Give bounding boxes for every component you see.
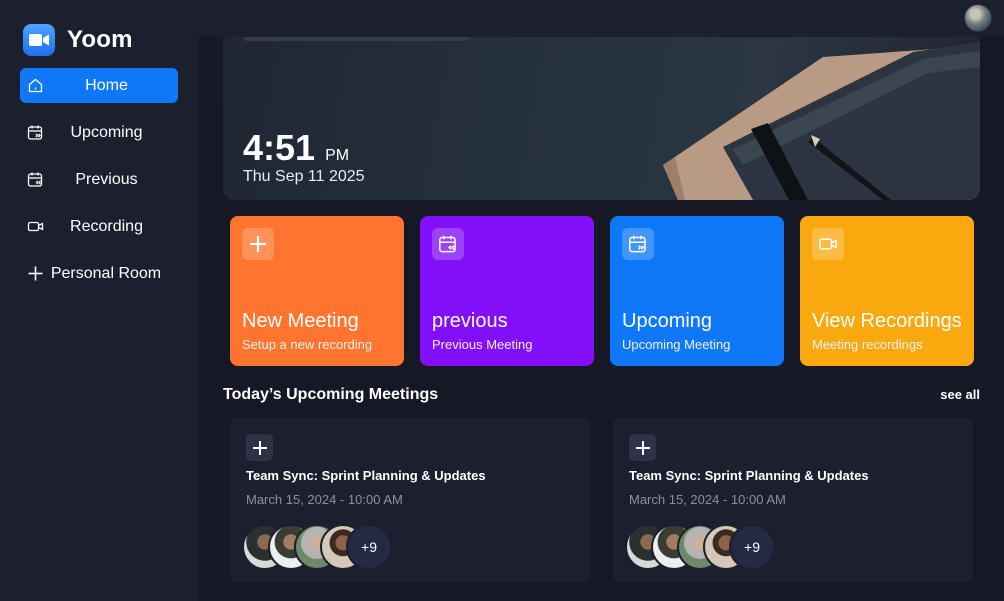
card-subtitle: Meeting recordings <box>812 337 923 352</box>
plus-icon <box>242 228 274 260</box>
calendar-forward-icon <box>622 228 654 260</box>
hero-banner: 4:51 PM Thu Sep 11 2025 <box>223 37 980 200</box>
sidebar-nav: Home Upcoming Previous Recording Persona… <box>20 68 178 303</box>
more-attendees-badge: +9 <box>346 524 392 570</box>
brand[interactable]: Yoom <box>23 24 133 56</box>
card-title: View Recordings <box>812 310 962 332</box>
card-subtitle: Upcoming Meeting <box>622 337 731 352</box>
current-time: 4:51 PM <box>243 127 349 169</box>
time-value: 4:51 <box>243 127 316 168</box>
meeting-card[interactable]: Team Sync: Sprint Planning & Updates Mar… <box>613 418 973 582</box>
view-recordings-card[interactable]: View Recordings Meeting recordings <box>800 216 974 366</box>
meeting-date: March 15, 2024 - 10:00 AM <box>629 492 786 507</box>
top-bar <box>199 0 1004 37</box>
meeting-title: Team Sync: Sprint Planning & Updates <box>629 468 869 483</box>
current-date: Thu Sep 11 2025 <box>243 168 365 185</box>
upcoming-meeting-card[interactable]: Upcoming Upcoming Meeting <box>610 216 784 366</box>
video-icon <box>27 218 44 235</box>
card-title: Upcoming <box>622 310 713 332</box>
card-subtitle: Previous Meeting <box>432 337 533 352</box>
attendee-avatars: +9 <box>242 524 402 570</box>
sidebar-item-upcoming[interactable]: Upcoming <box>20 115 178 150</box>
card-title: previous <box>432 310 508 332</box>
sidebar-item-personal-room[interactable]: Personal Room <box>20 256 178 291</box>
brand-name: Yoom <box>67 26 133 53</box>
meeting-date: March 15, 2024 - 10:00 AM <box>246 492 403 507</box>
sidebar-item-home[interactable]: Home <box>20 68 178 103</box>
meeting-card[interactable]: Team Sync: Sprint Planning & Updates Mar… <box>230 418 590 582</box>
attendee-avatars: +9 <box>625 524 785 570</box>
plus-icon <box>629 434 656 461</box>
meeting-title: Team Sync: Sprint Planning & Updates <box>246 468 486 483</box>
yoom-logo-icon <box>23 24 55 56</box>
video-icon <box>812 228 844 260</box>
calendar-forward-icon <box>27 124 44 141</box>
new-meeting-card[interactable]: New Meeting Setup a new recording <box>230 216 404 366</box>
upcoming-section-title: Today’s Upcoming Meetings <box>223 386 439 403</box>
card-subtitle: Setup a new recording <box>242 337 373 352</box>
card-title: New Meeting <box>242 310 359 332</box>
home-icon <box>27 77 44 94</box>
sidebar-item-recording[interactable]: Recording <box>20 209 178 244</box>
plus-icon <box>246 434 273 461</box>
calendar-back-icon <box>27 171 44 188</box>
sidebar: Yoom Home Upcoming Previous Recording Pe… <box>0 0 199 601</box>
plus-icon <box>27 265 44 282</box>
previous-meeting-card[interactable]: previous Previous Meeting <box>420 216 594 366</box>
sidebar-item-previous[interactable]: Previous <box>20 162 178 197</box>
time-period: PM <box>325 147 350 164</box>
calendar-back-icon <box>432 228 464 260</box>
more-attendees-badge: +9 <box>729 524 775 570</box>
user-avatar[interactable] <box>964 4 992 32</box>
see-all-link[interactable]: see all <box>940 387 980 402</box>
